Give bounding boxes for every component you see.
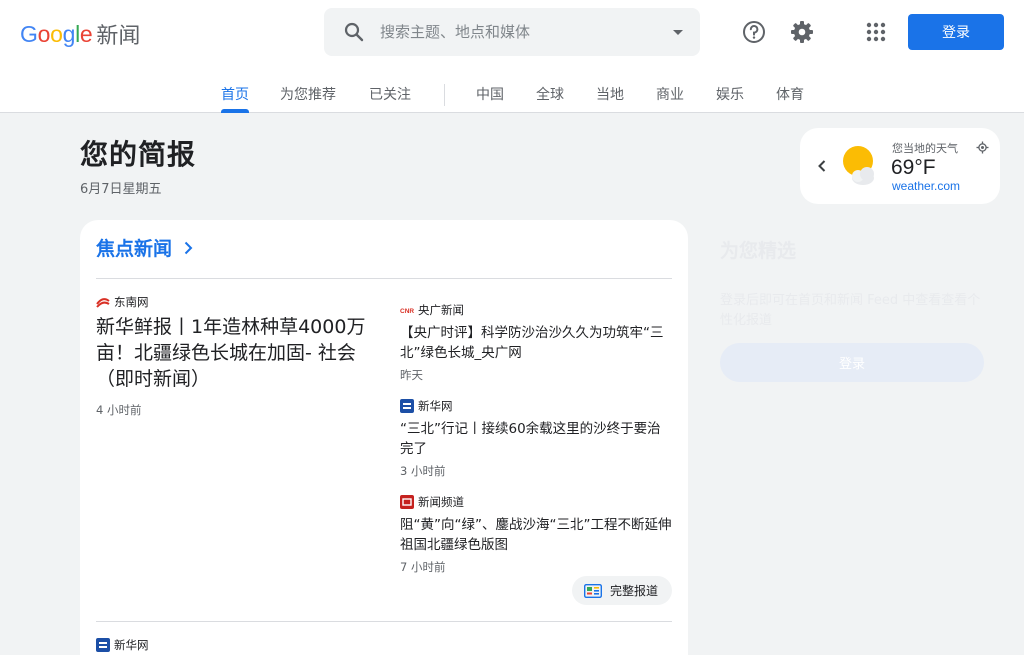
full-coverage-icon — [584, 583, 602, 598]
full-coverage-label: 完整报道 — [610, 584, 659, 598]
logo-wordmark: Google — [20, 20, 93, 47]
briefing-date: 6月7日星期五 — [80, 182, 162, 197]
tab-local[interactable]: 当地 — [596, 84, 624, 104]
story-time: 7 小时前 — [400, 560, 446, 574]
page-title: 您的简报 — [80, 138, 197, 171]
tab-entertainment[interactable]: 娱乐 — [716, 84, 744, 104]
weather-source-link[interactable]: weather.com — [892, 179, 960, 193]
chevron-left-icon[interactable] — [812, 156, 832, 176]
story-time: 3 小时前 — [400, 464, 446, 478]
login-button[interactable]: 登录 — [908, 14, 1004, 50]
main-headline[interactable]: 新华鲜报丨1年造林种草4000万亩！北疆绿色长城在加固- 社会（即时新闻） — [96, 314, 378, 392]
story-source[interactable]: 新华网 — [400, 398, 453, 414]
xinhua-logo-icon — [96, 638, 110, 652]
location-icon[interactable] — [976, 141, 989, 154]
full-coverage-button[interactable]: 完整报道 — [572, 576, 672, 605]
picks-description: 登录后即可在首页和新闻 Feed 中查看查看个性化报道 — [720, 293, 981, 328]
picks-title: 为您精选 — [720, 240, 797, 262]
picks-login-button[interactable]: 登录 — [720, 343, 984, 382]
side-headline[interactable]: 【央广时评】科学防沙治沙久久为功筑牢“三北”绿色长城_央广网 — [400, 323, 672, 363]
story-time: 4 小时前 — [96, 403, 142, 417]
search-bar[interactable] — [324, 8, 700, 56]
tab-for-you[interactable]: 为您推荐 — [280, 84, 336, 104]
divider — [96, 278, 672, 279]
gear-icon[interactable] — [789, 19, 815, 45]
caret-down-icon[interactable] — [668, 22, 688, 42]
divider — [96, 621, 672, 622]
top-header: Google 新闻 搜索主题、地点和媒体 登录 首页 为您推荐 已关注 中国 全… — [0, 0, 1024, 113]
active-tab-indicator — [221, 109, 249, 113]
tab-following[interactable]: 已关注 — [369, 84, 411, 104]
svg-text:CNR: CNR — [400, 308, 414, 315]
top-stories-heading[interactable]: 焦点新闻 — [96, 234, 196, 261]
section-tabs: 首页 为您推荐 已关注 中国 全球 当地 商业 娱乐 体育 — [0, 80, 1024, 113]
search-input[interactable] — [380, 18, 650, 46]
top-stories-card: 焦点新闻 东南网 新华鲜报丨1年造林种草4000万亩！北疆绿色长城在加固- 社会… — [80, 220, 688, 655]
source-name: 新华网 — [418, 399, 453, 413]
side-headline[interactable]: 阻“黄”向“绿”、鏖战沙海“三北”工程不断延伸祖国北疆绿色版图 — [400, 515, 672, 555]
partly-cloudy-icon — [843, 146, 874, 185]
weather-widget[interactable]: 您当地的天气 69°F weather.com — [800, 128, 1000, 204]
help-icon[interactable] — [741, 19, 767, 45]
source-name: 新华网 — [114, 638, 149, 652]
chevron-right-icon — [184, 241, 193, 254]
google-news-logo[interactable]: Google 新闻 — [20, 18, 140, 50]
weather-label: 您当地的天气 — [892, 142, 958, 155]
source-name: 东南网 — [114, 295, 149, 309]
tab-business[interactable]: 商业 — [656, 84, 684, 104]
xinhua-logo-icon — [400, 399, 414, 413]
search-icon[interactable] — [342, 20, 366, 44]
tab-home[interactable]: 首页 — [221, 84, 249, 104]
story-source[interactable]: CNR 央广新闻 — [400, 302, 464, 318]
weather-temperature: 69°F — [891, 156, 936, 179]
side-headline[interactable]: “三北”行记丨接续60余载这里的沙终于要治完了 — [400, 419, 672, 459]
story-time: 昨天 — [400, 368, 423, 382]
source-name: 新闻频道 — [418, 495, 464, 509]
story-source[interactable]: 新华网 — [96, 637, 149, 653]
tab-china[interactable]: 中国 — [476, 84, 504, 104]
logo-suffix: 新闻 — [96, 24, 141, 49]
dongnan-logo-icon — [96, 298, 110, 308]
cnr-logo-icon: CNR — [400, 308, 414, 315]
tab-sports[interactable]: 体育 — [776, 84, 804, 104]
apps-grid-icon[interactable] — [863, 19, 889, 45]
news-channel-logo-icon — [400, 495, 414, 509]
story-source[interactable]: 东南网 — [96, 294, 149, 310]
source-name: 央广新闻 — [418, 303, 464, 317]
top-stories-title: 焦点新闻 — [96, 238, 173, 260]
tab-world[interactable]: 全球 — [536, 84, 564, 104]
tab-divider — [444, 84, 445, 106]
story-source[interactable]: 新闻频道 — [400, 494, 464, 510]
